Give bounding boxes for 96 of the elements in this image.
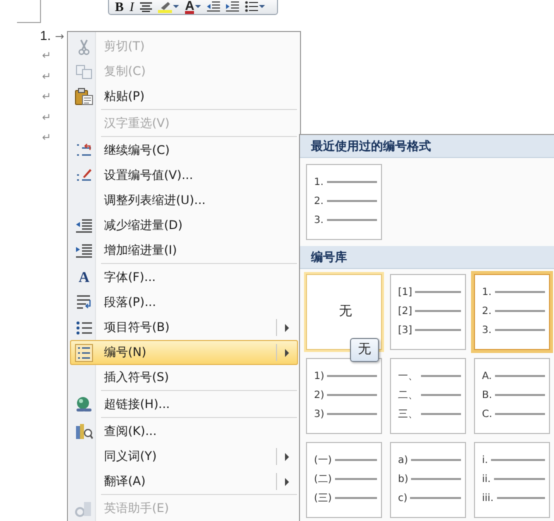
paragraph-mark: ↵	[42, 70, 52, 82]
menu-item[interactable]: 插入符号(S)	[70, 365, 298, 390]
numbering-format[interactable]: 1. 2. 3.	[474, 274, 550, 350]
list-marker: iii.	[482, 492, 494, 504]
toolbar-button[interactable]: A	[183, 0, 204, 14]
paragraph-icon	[76, 295, 92, 310]
list-marker: a)	[398, 454, 408, 466]
menu-item[interactable]: 同义词(Y)	[70, 444, 298, 469]
numbering-format[interactable]: 一、 二、 三、	[390, 358, 466, 434]
list-marker: A.	[482, 370, 492, 382]
highlighter-icon	[158, 0, 172, 12]
list-marker: b)	[398, 474, 408, 484]
tab-mark: →	[54, 30, 64, 43]
numbering-format[interactable]: a) b) c)	[390, 442, 466, 518]
list-marker: c)	[398, 492, 408, 504]
menu-item[interactable]: 调整列表缩进(U)...	[70, 188, 298, 213]
clipboard-icon	[75, 88, 93, 105]
menu-item[interactable]: 查阅(K)...	[70, 417, 298, 444]
increase-indent-icon	[76, 244, 92, 258]
list-marker: 三、	[398, 408, 418, 421]
toolbar-button[interactable]	[243, 0, 268, 14]
menu-item[interactable]: 段落(P)...	[70, 290, 298, 315]
submenu-arrow-icon	[285, 349, 289, 357]
section-header: 最近使用过的编号格式	[300, 135, 554, 158]
list-marker: 3.	[314, 214, 324, 226]
menu-item[interactable]: 项目符号(B)	[70, 315, 298, 340]
numbering-format[interactable]: i. ii. iii.	[474, 442, 550, 518]
paragraph-mark: ↵	[42, 131, 52, 144]
toolbar-button[interactable]	[224, 0, 242, 14]
list-marker: ii.	[482, 474, 491, 484]
list-marker: 1.	[314, 176, 324, 188]
align-icon	[140, 2, 152, 12]
numbering-format[interactable]: (一) (二) (三)	[306, 442, 382, 518]
list-number: 1.	[40, 28, 51, 43]
paragraph-mark: ↵	[42, 49, 52, 62]
submenu-arrow-icon	[285, 324, 289, 332]
list-marker: [2]	[398, 306, 412, 316]
toolbar-button[interactable]	[138, 0, 154, 14]
numbered-list-icon	[76, 143, 92, 158]
bullet-list-icon	[245, 1, 258, 12]
globe-link-icon	[75, 396, 93, 414]
menu-item[interactable]: 继续编号(C)	[70, 136, 298, 163]
menu-item[interactable]: 减少缩进量(D)	[70, 213, 298, 238]
list-marker: 二、	[398, 389, 418, 402]
menu-item[interactable]: A 字体(F)...	[70, 263, 298, 290]
copy-icon	[76, 64, 92, 78]
list-marker: B.	[482, 390, 492, 400]
paragraph-mark: ↵	[42, 90, 52, 103]
tooltip: 无	[350, 338, 379, 362]
list-marker: i.	[482, 454, 488, 466]
decrease-indent-icon	[207, 1, 220, 12]
bullet-list-icon	[76, 320, 92, 334]
toolbar-button[interactable]	[205, 0, 222, 14]
increase-indent-icon	[226, 1, 240, 12]
list-marker: 1)	[314, 370, 324, 382]
submenu-arrow-icon	[285, 453, 289, 461]
numbering-format[interactable]: 1) 2) 3)	[306, 358, 382, 434]
list-marker: 一、	[398, 370, 418, 383]
toolbar-button[interactable]	[156, 0, 182, 14]
margin-corner-mark	[17, 0, 41, 23]
dropdown-arrow-icon	[195, 5, 202, 8]
list-marker: 2)	[314, 390, 324, 400]
list-marker: [1]	[398, 286, 412, 298]
list-marker: C.	[482, 408, 492, 420]
menu-item[interactable]: 增加缩进量(I)	[70, 238, 298, 263]
submenu-arrow-icon	[285, 478, 289, 486]
decrease-indent-icon	[76, 218, 92, 232]
toolbar-button[interactable]: I	[128, 0, 136, 14]
menu-item[interactable]: 设置编号值(V)...	[70, 163, 298, 188]
numbered-list-icon	[75, 344, 93, 362]
font-icon: A	[78, 270, 90, 286]
numbering-format[interactable]: A. B. C.	[474, 358, 550, 434]
menu-item[interactable]: 编号(N)	[70, 340, 298, 365]
numbering-format[interactable]: 1. 2. 3.	[306, 164, 382, 240]
scissors-icon	[78, 38, 90, 54]
numbering-format[interactable]: [1] [2] [3]	[390, 274, 466, 350]
list-marker: 1.	[482, 286, 492, 298]
menu-item[interactable]: 翻译(A)	[70, 469, 298, 494]
section-header: 编号库	[300, 246, 554, 269]
pencil-list-icon	[76, 168, 92, 183]
dropdown-arrow-icon	[259, 5, 266, 8]
list-marker: 3.	[482, 324, 492, 336]
dropdown-arrow-icon	[173, 5, 180, 8]
list-marker: [3]	[398, 324, 412, 336]
list-marker: 2.	[314, 196, 324, 206]
toolbar-button[interactable]: B	[113, 0, 126, 14]
list-marker: 2.	[482, 306, 492, 316]
menu-item[interactable]: 超链接(H)...	[70, 390, 298, 417]
list-marker: 3)	[314, 408, 324, 420]
list-marker: (三)	[314, 492, 332, 505]
research-icon	[75, 423, 93, 440]
list-marker: (二)	[314, 473, 332, 486]
format-label: 无	[339, 303, 352, 321]
paragraph-mark: ↵	[42, 110, 52, 124]
menu-item[interactable]: 粘贴(P)	[70, 84, 298, 109]
list-marker: (一)	[314, 454, 332, 467]
